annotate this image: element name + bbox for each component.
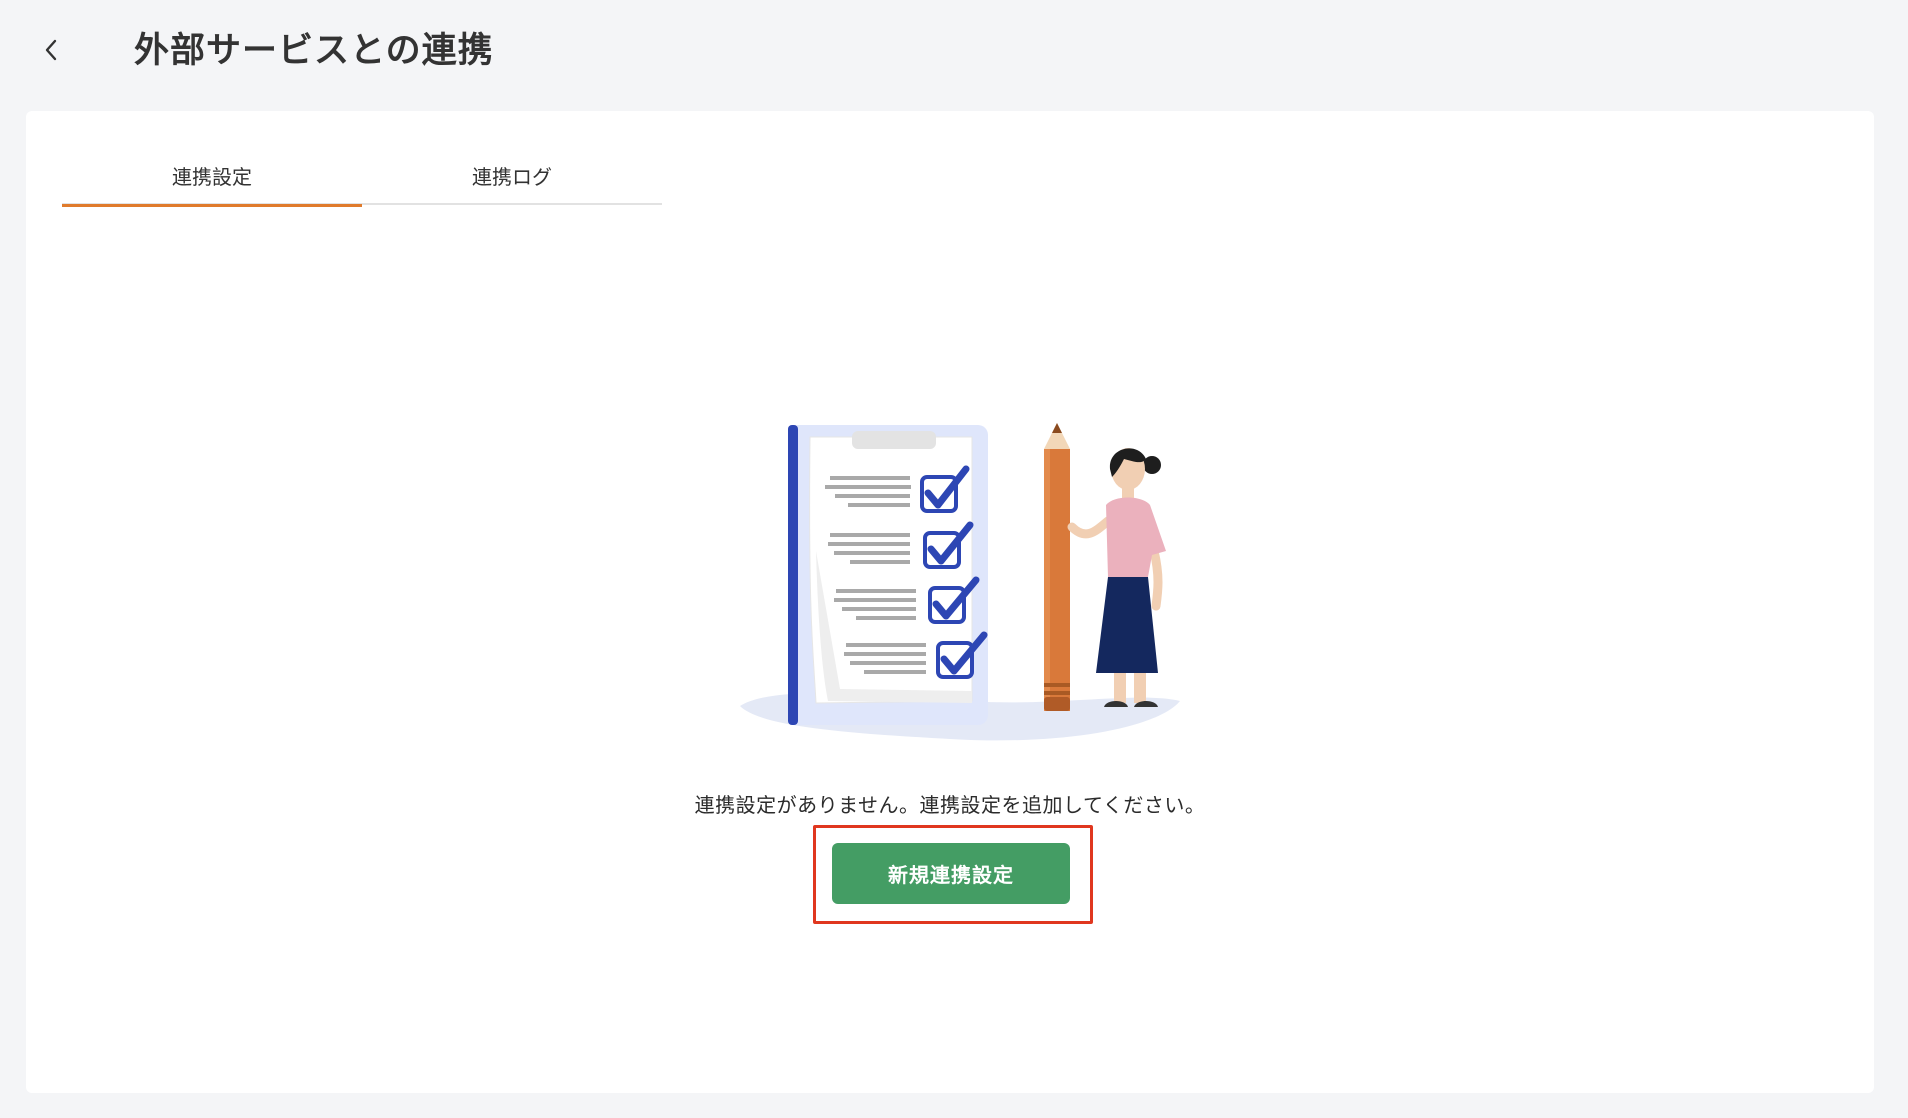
chevron-left-icon — [45, 39, 57, 61]
empty-state-message: 連携設定がありません。連携設定を追加してください。 — [694, 793, 1206, 817]
new-integration-button[interactable]: 新規連携設定 — [832, 843, 1070, 904]
page-header: 外部サービスとの連携 — [0, 0, 1908, 110]
back-button[interactable] — [34, 30, 68, 70]
tab-bar: 連携設定 連携ログ — [62, 145, 662, 207]
content-card: 連携設定 連携ログ 連携設定がありません。連携設定を追加してください。 新規連携… — [26, 111, 1874, 1093]
page-title: 外部サービスとの連携 — [134, 31, 494, 71]
tab-integration-log[interactable]: 連携ログ — [362, 145, 662, 205]
person-figure — [1067, 448, 1166, 707]
checklist-illustration — [740, 423, 1180, 741]
tab-integration-settings[interactable]: 連携設定 — [62, 145, 362, 207]
